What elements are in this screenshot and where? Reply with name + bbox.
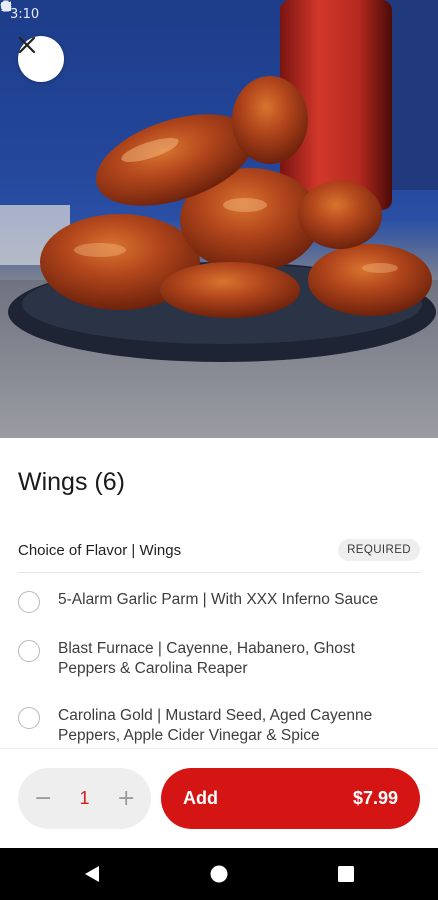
back-triangle-icon[interactable] <box>82 864 102 884</box>
increment-button[interactable]: + <box>117 786 135 811</box>
option-label: 5-Alarm Garlic Parm | With XXX Inferno S… <box>58 591 379 608</box>
modifier-group-header: Choice of Flavor | Wings REQUIRED <box>18 536 420 564</box>
flavor-option-carolina-gold[interactable]: Carolina Gold | Mustard Seed, Aged Cayen… <box>18 706 420 746</box>
quantity-stepper: − 1 + <box>18 768 151 829</box>
add-price: $7.99 <box>352 788 398 808</box>
item-hero-image: 3:10 <box>0 0 438 438</box>
item-title: Wings (6) <box>18 468 125 496</box>
close-button[interactable] <box>18 36 64 82</box>
quantity-value: 1 <box>79 788 90 808</box>
close-icon <box>18 36 36 54</box>
add-to-cart-button[interactable]: Add $7.99 <box>161 768 420 829</box>
required-badge: REQUIRED <box>338 539 420 561</box>
radio-button[interactable] <box>18 707 40 729</box>
add-label: Add <box>183 788 218 808</box>
add-to-cart-bar: − 1 + Add $7.99 <box>0 748 438 848</box>
wings-photo <box>0 0 438 438</box>
flavor-option-5-alarm-garlic-parm[interactable]: 5-Alarm Garlic Parm | With XXX Inferno S… <box>18 590 420 613</box>
item-details: Wings (6) Choice of Flavor | Wings REQUI… <box>0 438 438 748</box>
section-divider <box>18 572 420 573</box>
status-time: 3:10 <box>10 6 40 22</box>
recents-square-icon[interactable] <box>336 864 356 884</box>
flavor-option-blast-furnace[interactable]: Blast Furnace | Cayenne, Habanero, Ghost… <box>18 639 420 679</box>
system-navigation-bar <box>0 848 438 900</box>
decrement-button[interactable]: − <box>34 786 52 811</box>
modifier-group-title: Choice of Flavor | Wings <box>18 541 182 559</box>
home-circle-icon[interactable] <box>209 864 229 884</box>
battery-icon <box>2 0 10 12</box>
option-label: Carolina Gold | Mustard Seed, Aged Cayen… <box>58 707 373 744</box>
radio-button[interactable] <box>18 640 40 662</box>
radio-button[interactable] <box>18 591 40 613</box>
status-bar: 3:10 <box>0 0 438 28</box>
option-label: Blast Furnace | Cayenne, Habanero, Ghost… <box>58 640 355 677</box>
